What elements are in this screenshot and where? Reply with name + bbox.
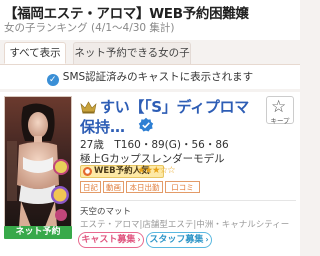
keep-label: キープ: [270, 117, 290, 125]
crown-icon: [80, 101, 97, 114]
cast-recruit-label: キャスト募集: [81, 235, 136, 245]
tag-video[interactable]: 動画: [103, 181, 124, 193]
tab-net-reservable[interactable]: ネット予約できる女の子: [73, 42, 191, 64]
chevron-right-icon: ›: [205, 235, 209, 244]
cast-catchphrase: 極上Gカップスレンダーモデル: [80, 153, 225, 165]
cast-name-continued[interactable]: 保持…: [80, 116, 125, 137]
web-reservation-popularity-badge: ● WEB予約人気 ★★★☆☆: [80, 165, 176, 178]
cast-card[interactable]: ネット予約 すい【「S」ディプロマ 保持… ☆ キープ 27歳 T160・89(…: [0, 92, 300, 256]
tag-reviews[interactable]: 口コミ: [165, 181, 200, 193]
tab-all[interactable]: すべて表示: [4, 42, 66, 64]
header: 【福岡エステ・アロマ】WEB予約困難嬢 女の子ランキング (4/1～4/30 集…: [0, 0, 300, 40]
staff-recruit-label: スタッフ募集: [149, 235, 204, 245]
chevron-right-icon: ›: [137, 235, 141, 244]
popularity-icon: ●: [83, 167, 92, 176]
cast-recruit-button[interactable]: キャスト募集 ›: [78, 232, 144, 248]
sms-notice: ✓ SMS認証済みのキャストに表示されます: [0, 65, 300, 89]
tab-bar: すべて表示 ネット予約できる女の子: [0, 40, 300, 65]
shop-category-area: エステ・アロマ|店舗型エステ|中洲・キャナルシティー: [80, 220, 290, 230]
keep-button[interactable]: ☆ キープ: [266, 96, 294, 125]
verified-badge-icon: [138, 117, 154, 132]
cast-photo[interactable]: [4, 96, 72, 228]
tag-working-today[interactable]: 本日出勤: [126, 181, 163, 193]
page-title: 【福岡エステ・アロマ】WEB予約困難嬢: [4, 6, 249, 22]
check-circle-icon: ✓: [46, 74, 59, 86]
divider: [80, 200, 296, 201]
cast-name[interactable]: すい【「S」ディプロマ: [100, 96, 249, 117]
shop-name[interactable]: 天空のマット: [80, 205, 131, 217]
ranking-period: 女の子ランキング (4/1～4/30 集計): [4, 22, 175, 34]
sms-notice-text: SMS認証済みのキャストに表示されます: [62, 71, 254, 83]
popularity-stars: ★★★☆☆: [137, 165, 176, 176]
net-reserve-button[interactable]: ネット予約: [4, 226, 72, 239]
tag-diary[interactable]: 日記: [80, 181, 101, 193]
staff-recruit-button[interactable]: スタッフ募集 ›: [146, 232, 212, 248]
cast-stats: 27歳 T160・89(G)・56・86: [80, 139, 229, 151]
cast-photo-image: [5, 97, 71, 227]
